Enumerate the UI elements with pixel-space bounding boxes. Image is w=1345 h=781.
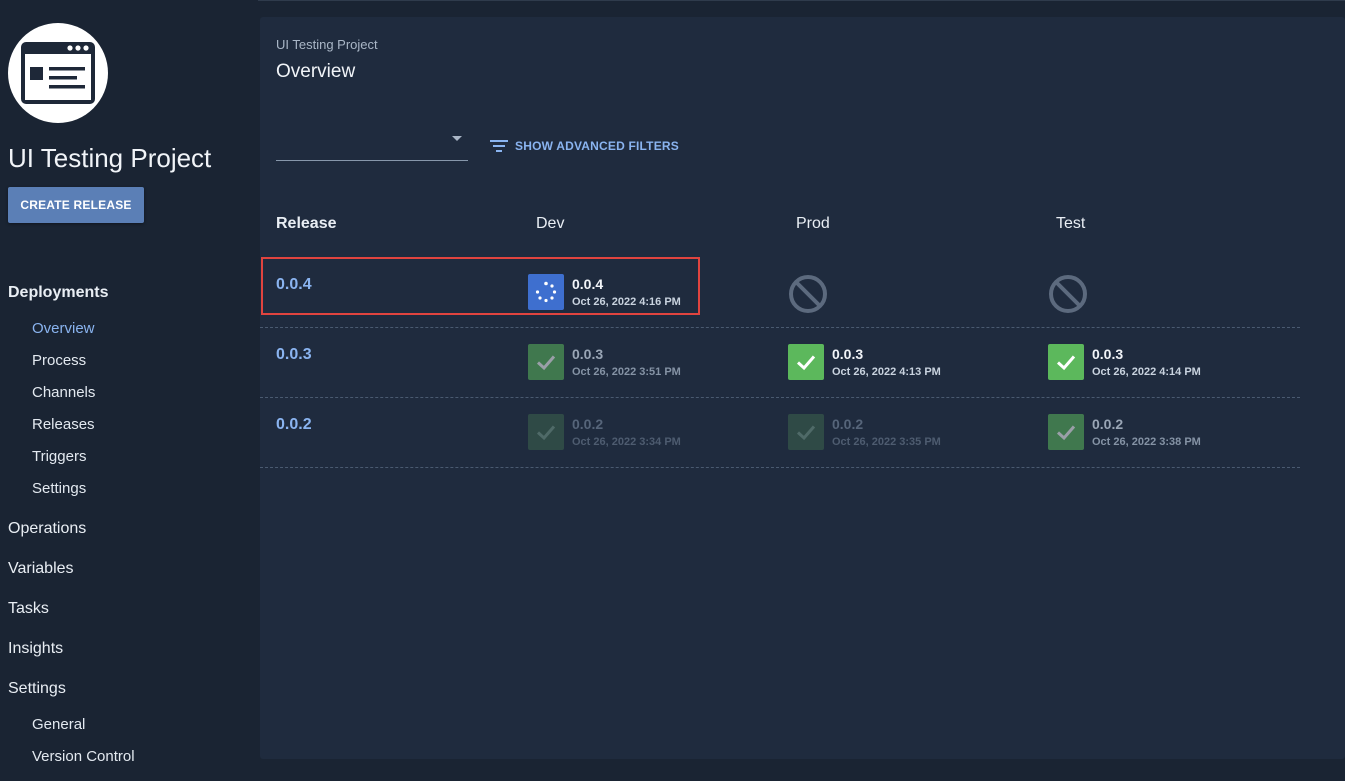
nav-item-triggers[interactable]: Triggers — [32, 448, 86, 465]
check-icon — [1056, 355, 1076, 371]
deployment-dev-0-0-2[interactable]: 0.0.2 Oct 26, 2022 3:34 PM — [528, 414, 681, 450]
nav-item-releases[interactable]: Releases — [32, 416, 95, 433]
deployment-prod-0-0-3[interactable]: 0.0.3 Oct 26, 2022 4:13 PM — [788, 344, 941, 380]
deployment-version: 0.0.2 — [1092, 415, 1124, 432]
status-success — [528, 344, 564, 380]
nav-item-version-control[interactable]: Version Control — [32, 748, 135, 765]
nav-item-overview[interactable]: Overview — [32, 320, 95, 337]
no-entry-icon — [789, 275, 827, 313]
nav-item-process[interactable]: Process — [32, 352, 86, 369]
nav-item-channels[interactable]: Channels — [32, 384, 95, 401]
column-header-prod: Prod — [796, 215, 830, 232]
spinner-icon — [535, 281, 557, 303]
column-header-release: Release — [276, 215, 337, 232]
nav-item-general[interactable]: General — [32, 716, 85, 733]
nav-settings[interactable]: Settings — [8, 680, 66, 698]
check-icon — [796, 355, 816, 371]
channel-select[interactable] — [276, 125, 468, 161]
deployment-prod-0-0-2[interactable]: 0.0.2 Oct 26, 2022 3:35 PM — [788, 414, 941, 450]
sidebar: UI Testing Project CREATE RELEASE Deploy… — [0, 0, 258, 781]
status-success — [788, 414, 824, 450]
nav-insights[interactable]: Insights — [8, 640, 63, 658]
deployment-date: Oct 26, 2022 3:51 PM — [572, 365, 681, 378]
deployment-dev-0-0-4[interactable]: 0.0.4 Oct 26, 2022 4:16 PM — [528, 274, 681, 310]
status-success — [788, 344, 824, 380]
release-link-0-0-2[interactable]: 0.0.2 — [276, 416, 312, 434]
check-icon — [536, 425, 556, 441]
status-success — [1048, 344, 1084, 380]
deployment-date: Oct 26, 2022 3:35 PM — [832, 435, 941, 448]
deployment-date: Oct 26, 2022 3:38 PM — [1092, 435, 1201, 448]
check-icon — [536, 355, 556, 371]
show-advanced-filters-label: SHOW ADVANCED FILTERS — [515, 139, 679, 153]
nav-deployments[interactable]: Deployments — [8, 284, 108, 302]
row-divider — [260, 327, 1300, 328]
deployment-test-0-0-2[interactable]: 0.0.2 Oct 26, 2022 3:38 PM — [1048, 414, 1201, 450]
deployment-version: 0.0.4 — [572, 275, 604, 292]
create-release-button[interactable]: CREATE RELEASE — [8, 187, 144, 223]
nav-variables[interactable]: Variables — [8, 560, 74, 578]
nav-operations[interactable]: Operations — [8, 520, 86, 538]
project-title: UI Testing Project — [8, 143, 212, 173]
check-icon — [796, 425, 816, 441]
show-advanced-filters-button[interactable]: SHOW ADVANCED FILTERS — [490, 137, 679, 155]
project-logo — [8, 23, 108, 123]
page-title: Overview — [276, 61, 356, 82]
deployment-version: 0.0.3 — [1092, 345, 1124, 362]
release-link-0-0-4[interactable]: 0.0.4 — [276, 276, 312, 294]
check-icon — [1056, 425, 1076, 441]
deployment-dev-0-0-3[interactable]: 0.0.3 Oct 26, 2022 3:51 PM — [528, 344, 681, 380]
column-header-dev: Dev — [536, 215, 565, 232]
deployment-version: 0.0.3 — [572, 345, 604, 362]
deployment-date: Oct 26, 2022 4:14 PM — [1092, 365, 1201, 378]
row-divider — [260, 467, 1300, 468]
caret-down-icon — [452, 136, 462, 141]
deployment-date: Oct 26, 2022 4:13 PM — [832, 365, 941, 378]
main-panel: UI Testing Project Overview SHOW ADVANCE… — [260, 17, 1345, 759]
breadcrumb[interactable]: UI Testing Project — [276, 37, 378, 52]
no-entry-icon — [1049, 275, 1087, 313]
deployment-test-0-0-3[interactable]: 0.0.3 Oct 26, 2022 4:14 PM — [1048, 344, 1201, 380]
nav-item-deployment-settings[interactable]: Settings — [32, 480, 86, 497]
deployment-version: 0.0.2 — [832, 415, 864, 432]
deployment-version: 0.0.2 — [572, 415, 604, 432]
status-success — [528, 414, 564, 450]
filter-lines-icon — [490, 140, 508, 152]
status-success — [1048, 414, 1084, 450]
deployment-date: Oct 26, 2022 4:16 PM — [572, 295, 681, 308]
deployment-date: Oct 26, 2022 3:34 PM — [572, 435, 681, 448]
column-header-test: Test — [1056, 215, 1086, 232]
nav-tasks[interactable]: Tasks — [8, 600, 49, 618]
web-page-icon — [21, 42, 95, 104]
status-running — [528, 274, 564, 310]
release-link-0-0-3[interactable]: 0.0.3 — [276, 346, 312, 364]
row-divider — [260, 397, 1300, 398]
deployment-version: 0.0.3 — [832, 345, 864, 362]
